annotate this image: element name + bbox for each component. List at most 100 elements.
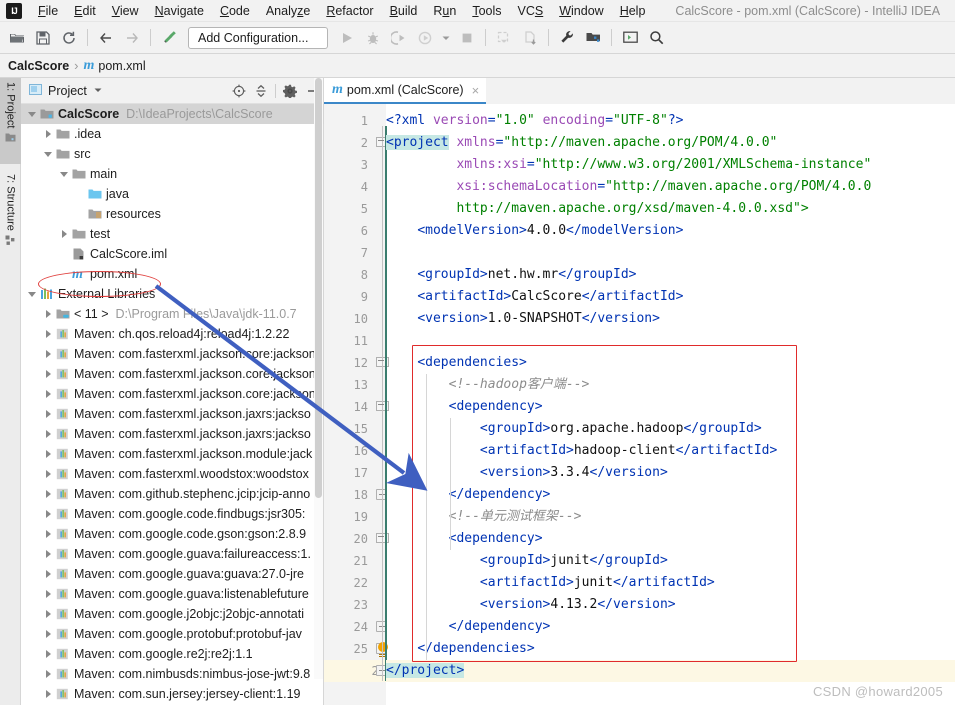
- menu-item-edit[interactable]: Edit: [66, 2, 104, 20]
- tree-item[interactable]: Maven: com.google.j2objc:j2objc-annotati: [21, 604, 324, 624]
- gutter-line-number[interactable]: 10: [324, 308, 368, 330]
- gutter-line-number[interactable]: 18: [324, 484, 368, 506]
- tree-item[interactable]: Maven: com.github.stephenc.jcip:jcip-ann…: [21, 484, 324, 504]
- menu-item-analyze[interactable]: Analyze: [258, 2, 318, 20]
- collapse-all-icon[interactable]: [250, 81, 272, 101]
- close-icon[interactable]: ×: [472, 83, 480, 98]
- breadcrumb-project[interactable]: CalcScore: [8, 59, 69, 73]
- code-line[interactable]: <version>1.0-SNAPSHOT</version>: [386, 308, 660, 330]
- chevron-right-icon[interactable]: [59, 229, 69, 239]
- code-line[interactable]: <dependencies>: [386, 352, 527, 374]
- code-line[interactable]: </dependencies>: [386, 638, 534, 660]
- code-line[interactable]: <modelVersion>4.0.0</modelVersion>: [386, 220, 683, 242]
- tree-item[interactable]: .idea: [21, 124, 324, 144]
- tab-pom-xml[interactable]: m pom.xml (CalcScore) ×: [324, 78, 487, 104]
- code-line[interactable]: <groupId>org.apache.hadoop</groupId>: [386, 418, 762, 440]
- code-text[interactable]: <?xml version="1.0" encoding="UTF-8"?> <p…: [386, 104, 955, 705]
- code-line[interactable]: <version>3.3.4</version>: [386, 462, 668, 484]
- chevron-down-icon[interactable]: [43, 149, 53, 159]
- gutter-line-number[interactable]: 14: [324, 396, 368, 418]
- gutter-line-number[interactable]: 6: [324, 220, 368, 242]
- debug-icon[interactable]: [360, 26, 386, 50]
- code-line[interactable]: xmlns:xsi="http://www.w3.org/2001/XMLSch…: [386, 154, 871, 176]
- chevron-right-icon[interactable]: [43, 369, 53, 379]
- menu-item-tools[interactable]: Tools: [464, 2, 509, 20]
- run-icon[interactable]: [334, 26, 360, 50]
- open-folder-icon[interactable]: [4, 26, 30, 50]
- terminal-icon[interactable]: [617, 26, 643, 50]
- tree-item[interactable]: Maven: com.google.re2j:re2j:1.1: [21, 644, 324, 664]
- tree-item[interactable]: CalcScore D:\IdeaProjects\CalcScore: [21, 104, 324, 124]
- chevron-right-icon[interactable]: [43, 449, 53, 459]
- tree-item[interactable]: test: [21, 224, 324, 244]
- chevron-right-icon[interactable]: [43, 429, 53, 439]
- tree-item[interactable]: Maven: com.google.code.gson:gson:2.8.9: [21, 524, 324, 544]
- tree-item[interactable]: Maven: com.google.guava:listenablefuture: [21, 584, 324, 604]
- profile-icon[interactable]: [412, 26, 438, 50]
- scrollbar-thumb[interactable]: [315, 78, 322, 498]
- build-hammer-icon[interactable]: [156, 26, 182, 50]
- gutter-line-number[interactable]: 1: [324, 110, 368, 132]
- gutter-line-number[interactable]: 4: [324, 176, 368, 198]
- tree-item[interactable]: Maven: com.fasterxml.jackson.core:jackso…: [21, 384, 324, 404]
- scroll-from-source-icon[interactable]: [228, 81, 250, 101]
- gutter-line-number[interactable]: 15: [324, 418, 368, 440]
- chevron-down-icon[interactable]: [27, 109, 37, 119]
- gutter-line-number[interactable]: 20: [324, 528, 368, 550]
- code-line[interactable]: <artifactId>CalcScore</artifactId>: [386, 286, 683, 308]
- chevron-right-icon[interactable]: [43, 669, 53, 679]
- run-configuration-selector[interactable]: Add Configuration...: [188, 26, 328, 49]
- sidebar-item-project-tab[interactable]: 1: Project: [0, 78, 21, 164]
- gutter-line-number[interactable]: 8: [324, 264, 368, 286]
- menu-item-code[interactable]: Code: [212, 2, 258, 20]
- code-line[interactable]: <dependency>: [386, 528, 543, 550]
- settings-gear-icon[interactable]: [279, 81, 301, 101]
- update-project-icon[interactable]: [491, 26, 517, 50]
- menu-item-file[interactable]: File: [30, 2, 66, 20]
- tree-item[interactable]: Maven: com.fasterxml.jackson.core:jackso…: [21, 364, 324, 384]
- tree-item[interactable]: Maven: com.nimbusds:nimbus-jose-jwt:9.8: [21, 664, 324, 684]
- gutter-line-number[interactable]: 19: [324, 506, 368, 528]
- chevron-down-icon[interactable]: [27, 289, 37, 299]
- chevron-right-icon[interactable]: [43, 649, 53, 659]
- tree-item[interactable]: Maven: com.fasterxml.jackson.jaxrs:jacks…: [21, 424, 324, 444]
- menu-item-view[interactable]: View: [104, 2, 147, 20]
- code-line[interactable]: xsi:schemaLocation="http://maven.apache.…: [386, 176, 871, 198]
- chevron-right-icon[interactable]: [43, 489, 53, 499]
- gutter-line-number[interactable]: 7: [324, 242, 368, 264]
- tree-item[interactable]: Maven: com.sun.jersey:jersey-client:1.19: [21, 684, 324, 704]
- project-structure-icon[interactable]: [580, 26, 606, 50]
- editor-gutter[interactable]: 1 2 3 4 5 6 7 8 9 10 11 12 13 14 15 16 17 18 19 20 21 22 23 24 2…: [324, 104, 389, 705]
- tree-item[interactable]: Maven: com.google.protobuf:protobuf-jav: [21, 624, 324, 644]
- gutter-line-number[interactable]: 24: [324, 616, 368, 638]
- code-line[interactable]: <project xmlns="http://maven.apache.org/…: [386, 132, 777, 154]
- gutter-line-number[interactable]: 17: [324, 462, 368, 484]
- run-with-coverage-icon[interactable]: [386, 26, 412, 50]
- chevron-right-icon[interactable]: [43, 409, 53, 419]
- stop-icon[interactable]: [454, 26, 480, 50]
- code-line[interactable]: <?xml version="1.0" encoding="UTF-8"?>: [386, 110, 683, 132]
- forward-arrow-icon[interactable]: [119, 26, 145, 50]
- tree-item[interactable]: src: [21, 144, 324, 164]
- tree-item[interactable]: main: [21, 164, 324, 184]
- code-line[interactable]: <groupId>net.hw.mr</groupId>: [386, 264, 636, 286]
- gutter-line-number[interactable]: 16: [324, 440, 368, 462]
- menu-item-refactor[interactable]: Refactor: [318, 2, 381, 20]
- gutter-line-number[interactable]: 21: [324, 550, 368, 572]
- gutter-line-number[interactable]: 5: [324, 198, 368, 220]
- menu-item-build[interactable]: Build: [382, 2, 426, 20]
- sync-refresh-icon[interactable]: [56, 26, 82, 50]
- commit-icon[interactable]: [517, 26, 543, 50]
- chevron-right-icon[interactable]: [43, 629, 53, 639]
- chevron-right-icon[interactable]: [43, 329, 53, 339]
- gutter-line-number[interactable]: 25: [324, 638, 368, 660]
- profile-dropdown-chevron-icon[interactable]: [438, 26, 454, 50]
- gutter-line-number[interactable]: 11: [324, 330, 368, 352]
- chevron-right-icon[interactable]: [43, 589, 53, 599]
- tree-item[interactable]: Maven: com.google.code.findbugs:jsr305:: [21, 504, 324, 524]
- code-line[interactable]: </dependency>: [386, 484, 551, 506]
- chevron-right-icon[interactable]: [43, 529, 53, 539]
- code-line[interactable]: http://maven.apache.org/xsd/maven-4.0.0.…: [386, 198, 808, 220]
- menu-item-vcs[interactable]: VCS: [510, 2, 552, 20]
- chevron-right-icon[interactable]: [43, 129, 53, 139]
